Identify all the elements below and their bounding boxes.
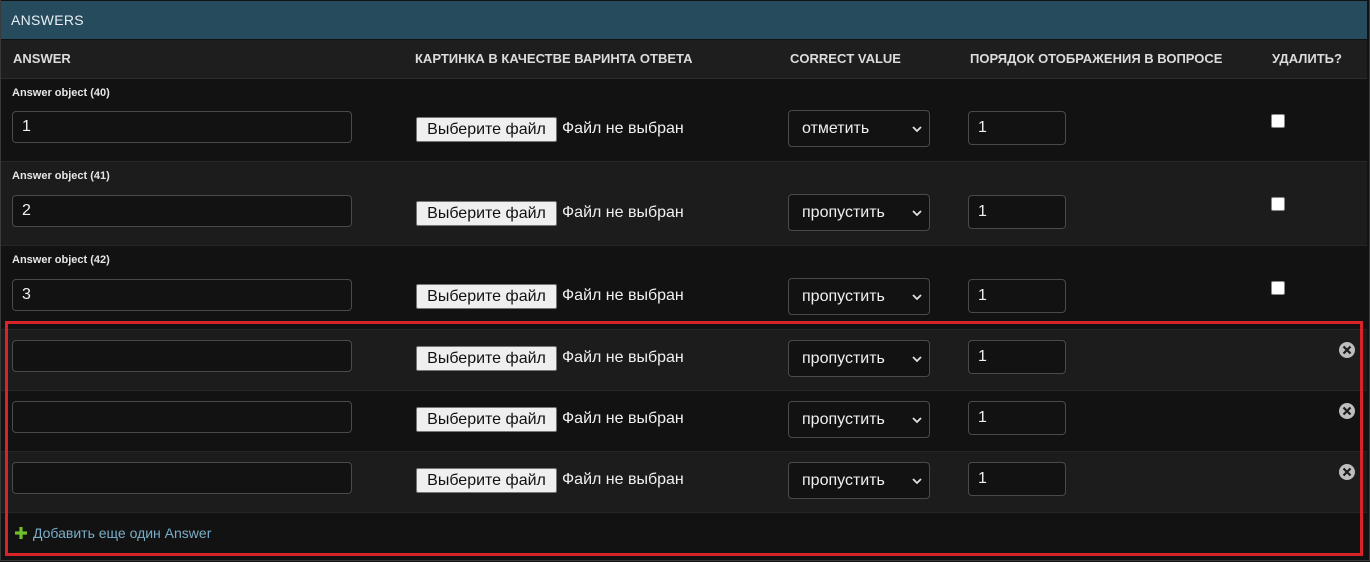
correct-value-select[interactable]: пропустить [788,278,930,315]
correct-value-selected: пропустить [802,204,885,221]
answer-object-label: Answer object (41) [12,170,110,182]
correct-value-select[interactable]: пропустить [788,194,930,231]
table-row: Answer object (42) Выберите файл Файл не… [1,246,1367,330]
correct-value-selected: пропустить [802,350,885,367]
delete-row-icon[interactable] [1338,463,1356,481]
delete-checkbox[interactable] [1271,114,1285,128]
table-row-new: Выберите файл Файл не выбран пропустить [1,452,1367,513]
chevron-down-icon [912,210,922,217]
correct-value-select[interactable]: пропустить [788,340,930,377]
plus-icon [15,527,27,539]
delete-checkbox[interactable] [1271,197,1285,211]
column-order: ПОРЯДОК ОТОБРАЖЕНИЯ В ВОПРОСЕ [970,51,1223,66]
file-status-text: Файл не выбран [562,349,684,366]
column-delete: УДАЛИТЬ? [1272,51,1342,66]
chevron-down-icon [912,356,922,363]
choose-file-button[interactable]: Выберите файл [416,407,557,432]
table-row: Answer object (41) Выберите файл Файл не… [1,162,1367,246]
table-row: Answer object (40) Выберите файл Файл не… [1,79,1367,162]
order-input[interactable] [968,401,1066,435]
order-input[interactable] [968,195,1066,229]
answer-text-input[interactable] [12,462,352,494]
file-status-text: Файл не выбран [562,410,684,427]
file-status-text: Файл не выбран [562,471,684,488]
column-answer: ANSWER [13,51,71,66]
chevron-down-icon [912,294,922,301]
choose-file-button[interactable]: Выберите файл [416,468,557,493]
order-input[interactable] [968,279,1066,313]
delete-row-icon[interactable] [1338,402,1356,420]
correct-value-selected: пропустить [802,472,885,489]
choose-file-button[interactable]: Выберите файл [416,284,557,309]
correct-value-selected: пропустить [802,288,885,305]
answer-text-input[interactable] [12,111,352,143]
choose-file-button[interactable]: Выберите файл [416,346,557,371]
choose-file-button[interactable]: Выберите файл [416,117,557,142]
choose-file-button[interactable]: Выберите файл [416,201,557,226]
file-status-text: Файл не выбран [562,287,684,304]
order-input[interactable] [968,462,1066,496]
correct-value-selected: отметить [802,120,870,137]
answer-text-input[interactable] [12,195,352,227]
chevron-down-icon [912,417,922,424]
delete-checkbox[interactable] [1271,281,1285,295]
section-caption: ANSWERS [1,1,1367,39]
order-input[interactable] [968,340,1066,374]
table-row-new: Выберите файл Файл не выбран пропустить [1,391,1367,452]
correct-value-select[interactable]: отметить [788,110,930,147]
answer-object-label: Answer object (40) [12,87,110,99]
table-header: ANSWER КАРТИНКА В КАЧЕСТВЕ ВАРИНТА ОТВЕТ… [1,40,1367,79]
correct-value-selected: пропустить [802,411,885,428]
correct-value-select[interactable]: пропустить [788,462,930,499]
answer-object-label: Answer object (42) [12,254,110,266]
chevron-down-icon [912,478,922,485]
file-status-text: Файл не выбран [562,120,684,137]
answer-text-input[interactable] [12,340,352,372]
add-another-answer-link[interactable]: Добавить еще один Answer [14,522,211,544]
correct-value-select[interactable]: пропустить [788,401,930,438]
delete-row-icon[interactable] [1338,341,1356,359]
table-row-new: Выберите файл Файл не выбран пропустить [1,330,1367,391]
answer-text-input[interactable] [12,401,352,433]
column-image: КАРТИНКА В КАЧЕСТВЕ ВАРИНТА ОТВЕТА [415,51,693,66]
chevron-down-icon [912,126,922,133]
answer-text-input[interactable] [12,279,352,311]
column-correct-value: CORRECT VALUE [790,51,901,66]
order-input[interactable] [968,111,1066,145]
add-another-answer-label: Добавить еще один Answer [33,525,212,541]
file-status-text: Файл не выбран [562,204,684,221]
